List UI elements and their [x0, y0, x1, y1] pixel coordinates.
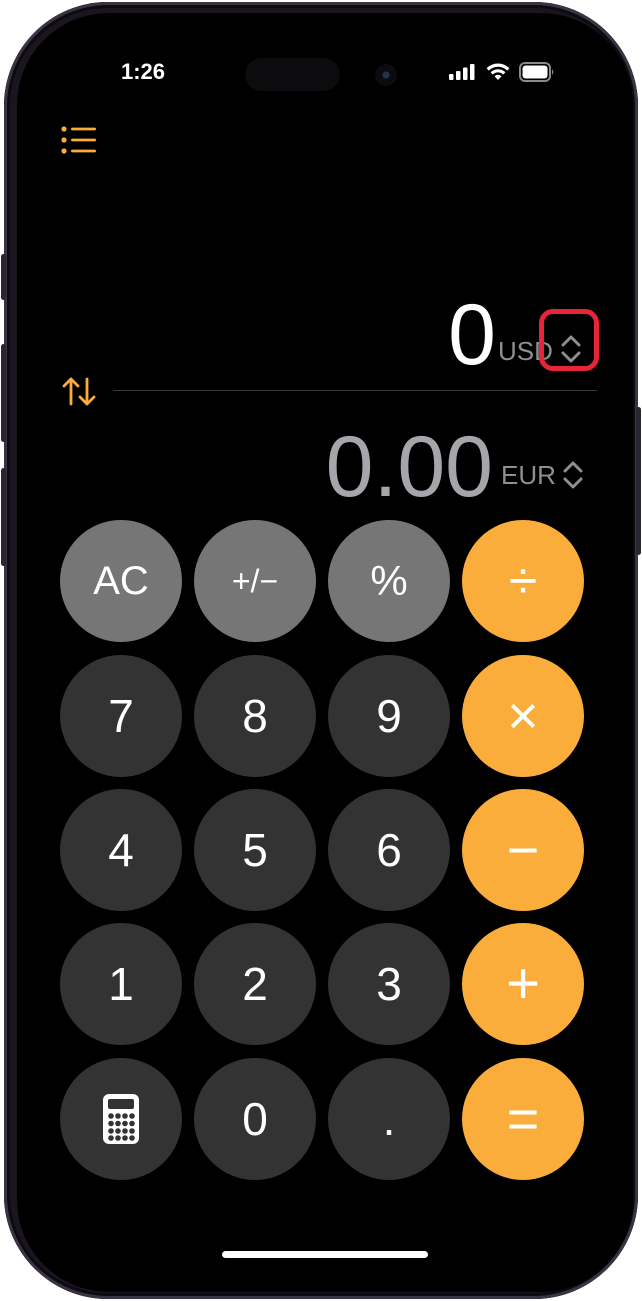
all-clear-label: AC — [93, 559, 149, 603]
digit-label: 6 — [376, 824, 402, 876]
calculator-icon — [103, 1094, 139, 1144]
chevron-up-down-icon — [563, 461, 583, 489]
calculator-mode-button[interactable] — [60, 1058, 182, 1180]
wifi-icon — [486, 63, 510, 80]
digit-0-button[interactable]: 0 — [194, 1058, 316, 1180]
digit-label: 0 — [242, 1093, 268, 1145]
power-button — [636, 407, 641, 555]
list-icon — [61, 126, 96, 154]
add-button[interactable]: + — [462, 923, 584, 1045]
digit-1-button[interactable]: 1 — [60, 923, 182, 1045]
digit-label: 4 — [108, 824, 134, 876]
swap-currencies-button[interactable] — [60, 375, 98, 409]
target-currency-label[interactable]: EUR — [501, 457, 556, 493]
subtract-button[interactable]: − — [462, 789, 584, 911]
digit-label: 8 — [242, 690, 268, 742]
home-indicator[interactable] — [222, 1251, 428, 1258]
digit-2-button[interactable]: 2 — [194, 923, 316, 1045]
digit-label: 9 — [376, 690, 402, 742]
volume-down-button — [1, 468, 6, 566]
divide-label: ÷ — [508, 552, 538, 610]
swap-arrows-icon — [62, 377, 96, 406]
source-amount: 0 — [448, 287, 496, 383]
add-label: + — [506, 951, 540, 1016]
digit-7-button[interactable]: 7 — [60, 655, 182, 777]
converted-amount: 0.00 — [325, 419, 493, 515]
equals-label: = — [506, 1087, 540, 1150]
multiply-label: × — [507, 686, 539, 746]
all-clear-button[interactable]: AC — [60, 520, 182, 642]
history-list-button[interactable] — [59, 123, 99, 157]
equals-button[interactable]: = — [462, 1058, 584, 1180]
percent-label: % — [370, 557, 408, 604]
percent-button[interactable]: % — [328, 520, 450, 642]
status-time: 1:26 — [120, 59, 166, 84]
digit-label: 3 — [376, 958, 402, 1010]
action-button — [1, 254, 6, 300]
digit-3-button[interactable]: 3 — [328, 923, 450, 1045]
decimal-button[interactable]: . — [328, 1058, 450, 1180]
digit-label: 7 — [108, 690, 134, 742]
subtract-label: − — [506, 818, 540, 881]
target-currency-picker[interactable] — [562, 457, 584, 493]
digit-6-button[interactable]: 6 — [328, 789, 450, 911]
battery-icon — [519, 62, 554, 82]
plus-minus-label: +/− — [231, 563, 279, 599]
divide-button[interactable]: ÷ — [462, 520, 584, 642]
multiply-button[interactable]: × — [462, 655, 584, 777]
plus-minus-button[interactable]: +/− — [194, 520, 316, 642]
digit-label: 5 — [242, 824, 268, 876]
divider — [113, 390, 597, 391]
digit-label: 2 — [242, 958, 268, 1010]
digit-5-button[interactable]: 5 — [194, 789, 316, 911]
decimal-label: . — [382, 1093, 396, 1145]
digit-8-button[interactable]: 8 — [194, 655, 316, 777]
screen: 1:26 0 USD 0.00 EUR AC +/− % ÷ 7 8 9 × 4… — [17, 13, 633, 1292]
cellular-signal-icon — [449, 64, 475, 80]
digit-4-button[interactable]: 4 — [60, 789, 182, 911]
front-camera — [375, 64, 397, 86]
dynamic-island — [245, 58, 340, 91]
highlight-box — [539, 309, 599, 371]
digit-label: 1 — [108, 958, 134, 1010]
volume-up-button — [1, 344, 6, 442]
phone-frame: 1:26 0 USD 0.00 EUR AC +/− % ÷ 7 8 9 × 4… — [1, 2, 641, 1299]
digit-9-button[interactable]: 9 — [328, 655, 450, 777]
